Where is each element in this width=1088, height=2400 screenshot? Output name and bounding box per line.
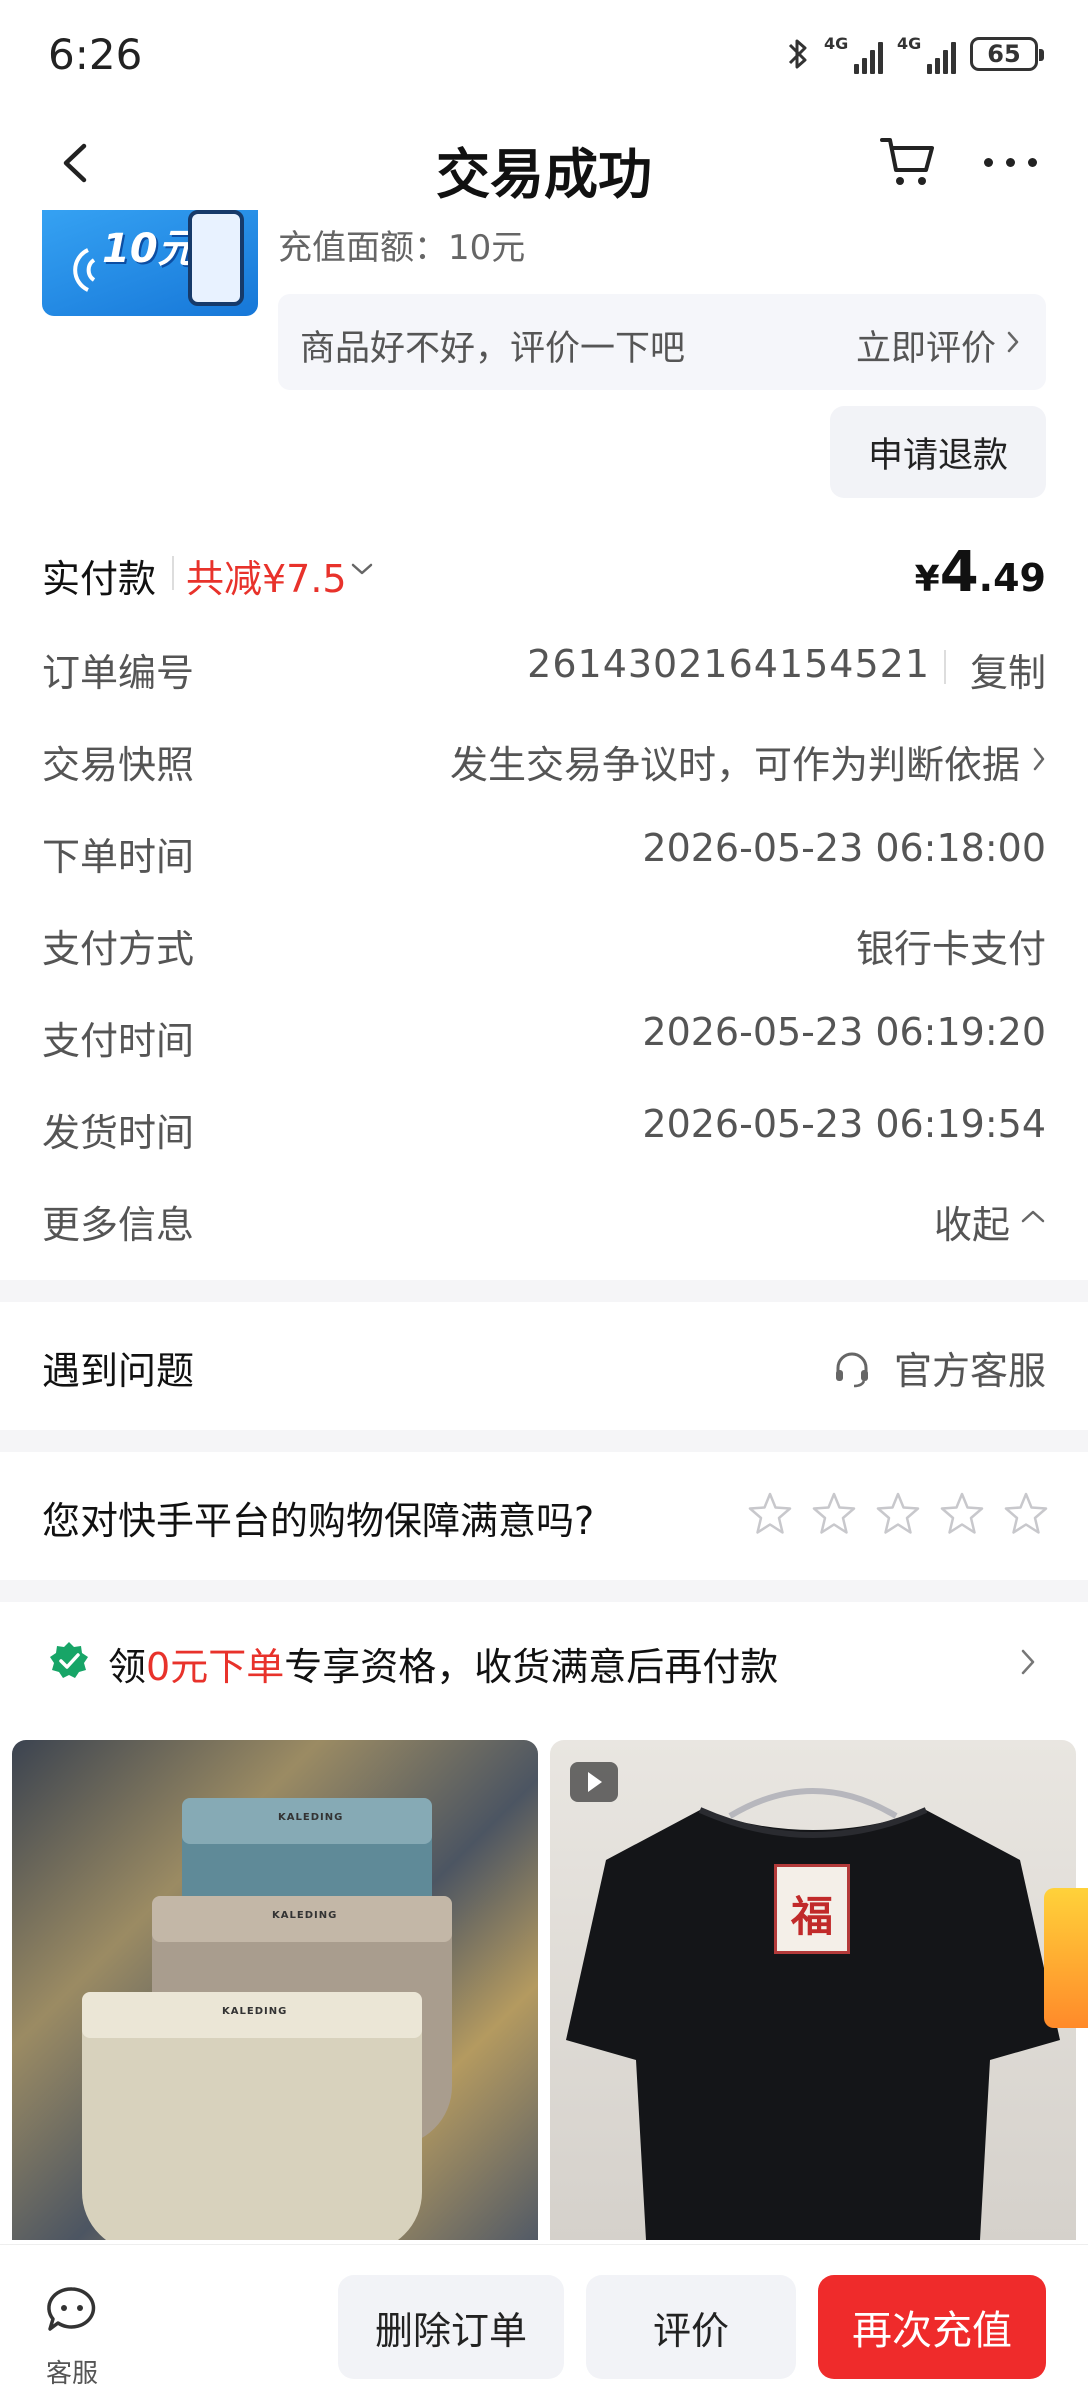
order-time-value: 2026-05-23 06:18:00 <box>642 826 1046 870</box>
battery-icon: 65 <box>970 37 1044 71</box>
section-divider <box>0 1430 1088 1452</box>
ship-time-row: 发货时间 2026-05-23 06:19:54 <box>42 1096 1046 1156</box>
discount-toggle[interactable]: 共减¥7.5 <box>186 548 347 603</box>
review-button[interactable]: 评价 <box>586 2275 796 2379</box>
delete-order-button[interactable]: 删除订单 <box>338 2275 564 2379</box>
shield-check-icon <box>50 1642 88 1678</box>
hanger-icon <box>728 1788 898 1819</box>
star-icon[interactable] <box>810 1490 858 1538</box>
pay-time-row: 支付时间 2026-05-23 06:19:20 <box>42 1004 1046 1064</box>
play-icon[interactable] <box>570 1762 618 1802</box>
next-card-peek <box>1044 1888 1088 2028</box>
divider <box>944 650 946 684</box>
chevron-up-icon[interactable] <box>1020 1208 1046 1224</box>
chevron-down-icon[interactable] <box>350 562 374 576</box>
review-bar[interactable]: 商品好不好，评价一下吧 立即评价 <box>278 294 1046 390</box>
signal-icon: 4G <box>824 34 883 74</box>
more-info-label: 更多信息 <box>42 1203 195 1247</box>
promo-highlight: 0元下单 <box>146 1645 285 1689</box>
star-icon[interactable] <box>874 1490 922 1538</box>
product-card-tshirt[interactable]: 福 <box>550 1740 1076 2240</box>
refund-button[interactable]: 申请退款 <box>830 406 1046 498</box>
phone-icon <box>188 210 244 306</box>
logo-patch: 福 <box>774 1864 850 1954</box>
snapshot-row[interactable]: 交易快照 发生交易争议时，可作为判断依据 <box>42 728 1046 788</box>
review-now-link[interactable]: 立即评价 <box>856 320 996 371</box>
snapshot-value: 发生交易争议时，可作为判断依据 <box>449 743 1020 787</box>
section-divider <box>0 1580 1088 1602</box>
chevron-right-icon <box>1021 1649 1035 1675</box>
more-icon[interactable] <box>984 158 1037 167</box>
bottom-action-bar: 客服 删除订单 评价 再次充值 <box>0 2244 1088 2400</box>
amount-integer: 4 <box>939 540 979 605</box>
copy-button[interactable]: 复制 <box>970 642 1046 697</box>
order-number-value: 2614302164154521 <box>527 642 930 686</box>
signal-icon: 4G <box>897 34 956 74</box>
ship-time-value: 2026-05-23 06:19:54 <box>642 1102 1046 1146</box>
status-icons: 4G 4G 65 <box>786 34 1044 74</box>
status-time: 6:26 <box>48 30 143 79</box>
snapshot-label: 交易快照 <box>42 743 195 787</box>
battery-level: 65 <box>987 40 1021 68</box>
product-image: KALEDING <box>82 1992 422 2240</box>
order-number-row: 订单编号 2614302164154521 复制 <box>42 636 1046 696</box>
promo-text: 领0元下单专享资格，收货满意后再付款 <box>108 1645 779 1689</box>
section-divider <box>0 1280 1088 1302</box>
pay-method-row: 支付方式 银行卡支付 <box>42 912 1046 972</box>
customer-service-label[interactable]: 客服 <box>44 2353 100 2390</box>
more-info-row[interactable]: 更多信息 收起 <box>42 1188 1046 1248</box>
signal-waves-icon <box>73 248 96 292</box>
product-thumbnail[interactable]: 10元 <box>42 200 258 316</box>
survey-question: 您对快手平台的购物保障满意吗? <box>42 1499 595 1543</box>
ship-time-label: 发货时间 <box>42 1111 195 1155</box>
amount-decimal: .49 <box>978 556 1046 600</box>
recharge-again-button[interactable]: 再次充值 <box>818 2275 1046 2379</box>
cart-icon[interactable] <box>878 132 936 190</box>
zero-pay-promo[interactable]: 领0元下单专享资格，收货满意后再付款 <box>0 1602 1088 1718</box>
rating-stars[interactable] <box>746 1490 1050 1538</box>
star-icon[interactable] <box>1002 1490 1050 1538</box>
status-bar: 6:26 4G 4G 65 <box>0 0 1088 110</box>
collapse-button[interactable]: 收起 <box>934 1194 1010 1249</box>
product-spec: 充值面额：10元 <box>278 228 526 268</box>
currency-symbol: ¥ <box>914 559 940 600</box>
order-time-label: 下单时间 <box>42 835 195 879</box>
paid-label: 实付款 <box>42 557 157 601</box>
chevron-right-icon <box>1007 331 1019 353</box>
headset-icon[interactable] <box>832 1348 872 1388</box>
nav-bar: 交易成功 <box>0 110 1088 210</box>
thumbnail-text: 10元 <box>102 226 198 272</box>
product-card-underwear[interactable]: KALEDING KALEDING KALEDING <box>12 1740 538 2240</box>
order-number-label: 订单编号 <box>42 651 195 695</box>
customer-service-icon[interactable] <box>44 2285 100 2335</box>
official-service-link[interactable]: 官方客服 <box>894 1340 1046 1395</box>
divider <box>172 556 174 590</box>
order-time-row: 下单时间 2026-05-23 06:18:00 <box>42 820 1046 880</box>
star-icon[interactable] <box>938 1490 986 1538</box>
review-prompt: 商品好不好，评价一下吧 <box>300 329 686 369</box>
bluetooth-icon <box>788 39 807 69</box>
pay-method-label: 支付方式 <box>42 927 195 971</box>
star-icon[interactable] <box>746 1490 794 1538</box>
chevron-right-icon <box>1033 747 1045 771</box>
pay-time-label: 支付时间 <box>42 1019 195 1063</box>
paid-amount: ¥4.49 <box>915 540 1046 605</box>
problem-title: 遇到问题 <box>42 1349 195 1393</box>
pay-time-value: 2026-05-23 06:19:20 <box>642 1010 1046 1054</box>
pay-method-value: 银行卡支付 <box>855 927 1046 971</box>
